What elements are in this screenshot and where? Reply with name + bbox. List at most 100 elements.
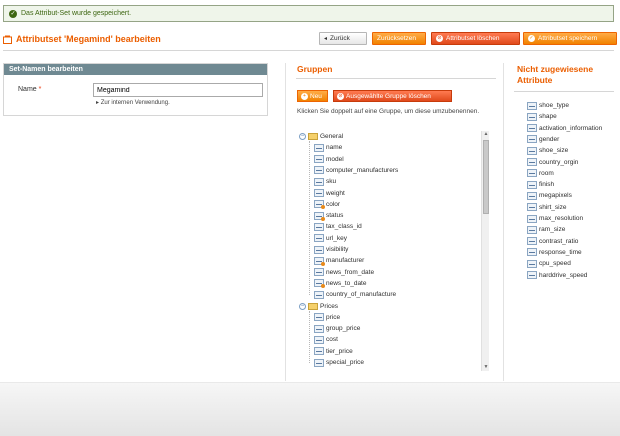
unassigned-attribute[interactable]: shape [527, 111, 557, 122]
attribute-icon [527, 158, 537, 166]
attribute-icon [314, 222, 324, 231]
new-group-button-label: Neu [310, 92, 322, 100]
tree-attribute[interactable]: weight [314, 188, 345, 199]
column-divider [285, 63, 286, 381]
scroll-down-icon[interactable]: ▼ [482, 364, 490, 371]
groups-hint: Klicken Sie doppelt auf eine Gruppe, um … [297, 108, 480, 115]
tree-attribute[interactable]: country_of_manufacture [314, 289, 396, 300]
attribute-icon [314, 166, 324, 175]
tree-attribute[interactable]: name [314, 142, 342, 153]
back-arrow-icon: ◂ [324, 36, 328, 42]
reset-button[interactable]: Zurücksetzen [372, 32, 426, 45]
delete-set-button-label: Attributset löschen [446, 35, 500, 42]
folder-icon [308, 302, 318, 310]
scroll-up-icon[interactable]: ▲ [482, 131, 490, 138]
back-button[interactable]: ◂ Zurück [319, 32, 367, 45]
tree-attribute[interactable]: price [314, 312, 340, 323]
unassigned-attribute-label: ram_size [539, 226, 566, 234]
collapse-icon[interactable]: − [299, 133, 306, 140]
attribute-icon [527, 112, 537, 121]
collapse-icon[interactable]: − [299, 302, 306, 310]
tree-attribute-label: weight [326, 189, 345, 197]
unassigned-attribute-label: activation_information [539, 124, 603, 132]
attribute-icon [314, 358, 324, 367]
tree-attribute[interactable]: manufacturer [314, 255, 364, 266]
tree-attribute[interactable]: tax_class_id [314, 221, 362, 232]
unassigned-section: Nicht zugewiesene Attribute shoe_type sha… [514, 64, 617, 279]
unassigned-attribute-label: finish [539, 181, 555, 189]
tree-group-prices[interactable]: − Prices [299, 301, 338, 312]
unassigned-attribute[interactable]: room [527, 168, 554, 179]
unassigned-attribute[interactable]: shirt_size [527, 202, 566, 213]
set-name-input[interactable] [93, 83, 263, 97]
scroll-thumb[interactable] [483, 140, 489, 214]
unassigned-title-line1: Nicht zugewiesene [517, 64, 594, 74]
tree-attribute[interactable]: news_from_date [314, 267, 374, 278]
tree-attribute-label: color [326, 200, 341, 208]
header-divider [3, 50, 614, 51]
unassigned-attribute[interactable]: shoe_type [527, 100, 569, 111]
unassigned-attribute[interactable]: shoe_size [527, 145, 568, 156]
save-set-button[interactable]: ✓ Attributset speichern [523, 32, 617, 45]
tree-attribute-label: price [326, 313, 341, 321]
tree-group-label: Prices [320, 302, 339, 310]
tree-scrollbar[interactable]: ▲ ▼ [481, 131, 489, 371]
tree-attribute-label: model [326, 155, 344, 163]
unassigned-attribute[interactable]: contrast_ratio [527, 236, 578, 247]
tree-attribute[interactable]: group_price [314, 323, 360, 334]
attribute-icon [314, 347, 324, 356]
required-mark: * [38, 86, 42, 93]
attribute-icon [527, 259, 537, 268]
unassigned-attribute[interactable]: harddrive_speed [527, 270, 587, 281]
page-title: Attributset 'Megamind' bearbeiten [16, 34, 161, 44]
tree-attribute[interactable]: special_price [314, 357, 364, 368]
tree-attribute[interactable]: tier_price [314, 346, 353, 357]
attribute-icon [314, 143, 324, 152]
tree-attribute[interactable]: model [314, 154, 344, 165]
tree-attribute-label: sku [326, 178, 337, 186]
attribute-icon [527, 135, 537, 144]
attribute-icon [527, 248, 537, 257]
name-note: ▸ Zur internen Verwendung. [96, 100, 170, 106]
tree-guide-line [309, 141, 310, 296]
name-note-text: Zur internen Verwendung. [100, 100, 170, 106]
attribute-icon [527, 214, 537, 223]
tree-attribute-label: news_from_date [326, 268, 375, 276]
tree-attribute[interactable]: color [314, 199, 340, 210]
tree-attribute[interactable]: computer_manufacturers [314, 165, 398, 176]
unassigned-attribute[interactable]: megapixels [527, 190, 572, 201]
group-tree[interactable]: − General name model computer_manufacturerss… [297, 131, 490, 371]
unassigned-attribute-label: room [539, 169, 554, 177]
unassigned-attribute[interactable]: country_orgin [527, 157, 578, 168]
unassigned-attribute[interactable]: finish [527, 179, 554, 190]
tree-attribute[interactable]: visibility [314, 244, 348, 255]
unassigned-attribute[interactable]: activation_information [527, 123, 602, 134]
tree-attribute-label: status [326, 212, 344, 220]
tree-attribute[interactable]: cost [314, 334, 338, 345]
attribute-icon [527, 237, 537, 246]
unassigned-attribute[interactable]: response_time [527, 247, 582, 258]
column-divider [503, 63, 504, 381]
save-icon: ✓ [528, 35, 535, 42]
tree-group-general[interactable]: − General [299, 131, 343, 142]
tree-attribute[interactable]: sku [314, 176, 336, 187]
tree-attribute-label: manufacturer [326, 257, 365, 265]
tree-attribute-label: cost [326, 336, 338, 344]
unassigned-attribute[interactable]: gender [527, 134, 559, 145]
unassigned-attribute[interactable]: max_resolution [527, 213, 583, 224]
tree-group-label: General [320, 133, 344, 140]
attribute-icon [314, 200, 325, 210]
attribute-icon [314, 211, 325, 221]
attribute-icon [527, 101, 537, 110]
delete-set-button[interactable]: ⊘ Attributset löschen [431, 32, 520, 45]
attribute-icon [527, 146, 537, 155]
tree-attribute[interactable]: url_key [314, 233, 347, 244]
attribute-icon [527, 124, 537, 133]
tree-attribute[interactable]: status [314, 210, 343, 221]
unassigned-attribute[interactable]: cpu_speed [527, 258, 571, 269]
unassigned-attribute[interactable]: ram_size [527, 224, 565, 235]
tree-attribute[interactable]: news_to_date [314, 278, 366, 289]
delete-group-button[interactable]: ⊘ Ausgewählte Gruppe löschen [333, 90, 452, 102]
unassigned-attribute-label: shape [539, 113, 557, 121]
new-group-button[interactable]: + Neu [297, 90, 328, 102]
